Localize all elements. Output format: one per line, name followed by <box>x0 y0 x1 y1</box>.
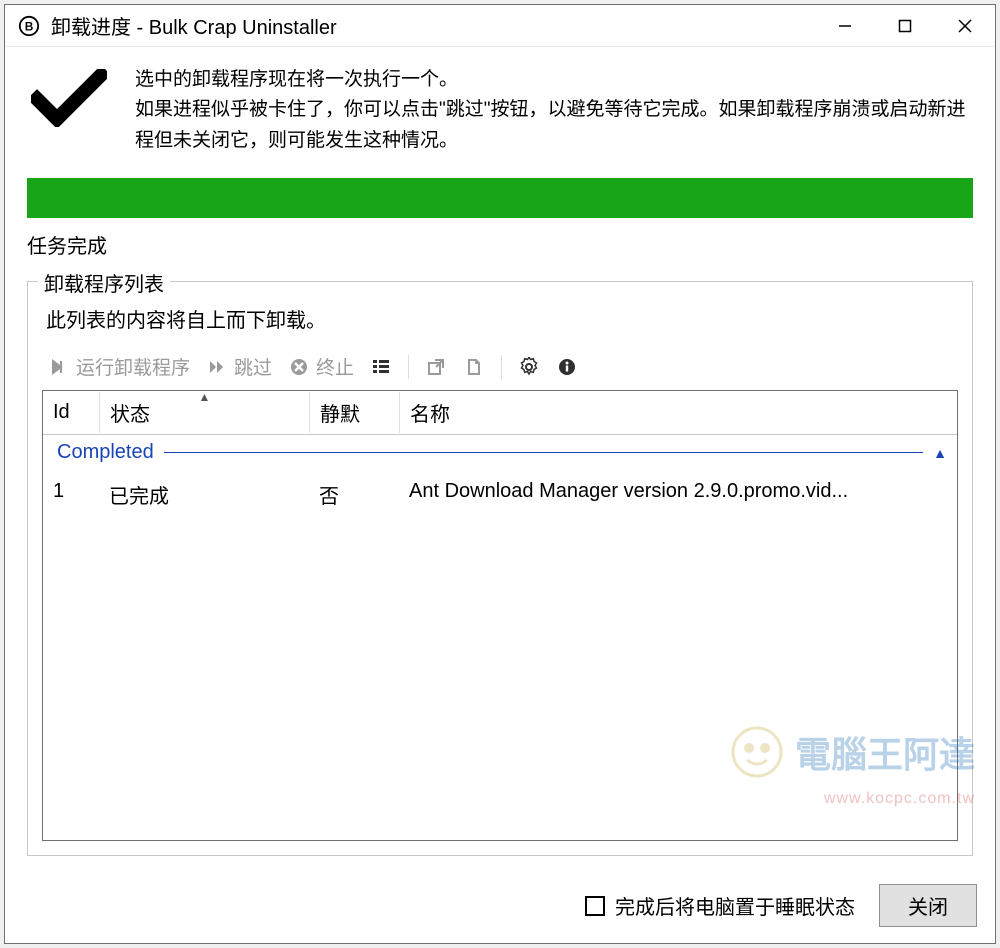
close-dialog-button[interactable]: 关闭 <box>879 884 977 927</box>
maximize-button[interactable] <box>875 5 935 47</box>
info-button[interactable] <box>552 354 582 380</box>
footer: 完成后将电脑置于睡眠状态 关闭 <box>5 868 995 943</box>
run-icon <box>48 356 70 378</box>
sleep-checkbox[interactable]: 完成后将电脑置于睡眠状态 <box>585 891 855 920</box>
checkbox-box <box>585 896 605 916</box>
titlebar: B 卸载进度 - Bulk Crap Uninstaller <box>5 5 995 47</box>
gear-icon <box>518 356 540 378</box>
list-caption: 此列表的内容将自上而下卸载。 <box>46 304 958 333</box>
list-view-button[interactable] <box>366 354 396 380</box>
toolbar-separator-2 <box>501 355 502 379</box>
info-icon <box>556 356 578 378</box>
window: B 卸载进度 - Bulk Crap Uninstaller 选中的卸载程序现在… <box>4 4 996 944</box>
chevron-up-icon: ▲ <box>933 445 947 461</box>
sleep-label: 完成后将电脑置于睡眠状态 <box>615 891 855 920</box>
svg-text:B: B <box>25 19 34 33</box>
col-name[interactable]: 名称 <box>399 392 957 433</box>
cell-status: 已完成 <box>99 476 309 513</box>
file-button[interactable] <box>459 354 489 380</box>
col-id[interactable]: Id <box>43 395 99 430</box>
app-icon: B <box>17 14 41 38</box>
sort-ascending-icon: ▲ <box>199 390 211 404</box>
list-icon <box>370 356 392 378</box>
group-label: Completed <box>57 441 154 464</box>
skip-button[interactable]: 跳过 <box>202 351 276 382</box>
toolbar: 运行卸载程序 跳过 终止 <box>42 347 958 390</box>
open-external-button[interactable] <box>421 354 451 380</box>
run-uninstaller-button[interactable]: 运行卸载程序 <box>44 351 194 382</box>
group-line <box>164 452 923 453</box>
window-title: 卸载进度 - Bulk Crap Uninstaller <box>51 11 815 40</box>
file-icon <box>463 356 485 378</box>
toolbar-separator <box>408 355 409 379</box>
info-panel: 选中的卸载程序现在将一次执行一个。 如果进程似乎被卡住了，你可以点击"跳过"按钮… <box>27 65 973 156</box>
stop-button[interactable]: 终止 <box>284 351 358 382</box>
close-button[interactable] <box>935 5 995 47</box>
group-row-completed[interactable]: Completed ▲ <box>43 435 957 470</box>
info-line-1: 选中的卸载程序现在将一次执行一个。 <box>135 65 973 95</box>
stop-label: 终止 <box>316 353 354 380</box>
table-header: Id ▲ 状态 静默 名称 <box>43 391 957 435</box>
open-external-icon <box>425 356 447 378</box>
progress-bar <box>27 178 973 218</box>
skip-label: 跳过 <box>234 353 272 380</box>
info-line-2: 如果进程似乎被卡住了，你可以点击"跳过"按钮，以避免等待它完成。如果卸载程序崩溃… <box>135 95 973 156</box>
col-silent[interactable]: 静默 <box>309 392 399 433</box>
info-text: 选中的卸载程序现在将一次执行一个。 如果进程似乎被卡住了，你可以点击"跳过"按钮… <box>135 65 973 156</box>
stop-icon <box>288 356 310 378</box>
table-row[interactable]: 1 已完成 否 Ant Download Manager version 2.9… <box>43 470 957 519</box>
uninstaller-list-group: 卸载程序列表 此列表的内容将自上而下卸载。 运行卸载程序 跳过 <box>27 281 973 856</box>
col-status-label: 状态 <box>110 404 150 426</box>
checkmark-icon <box>27 65 111 156</box>
minimize-button[interactable] <box>815 5 875 47</box>
col-status[interactable]: ▲ 状态 <box>99 392 309 433</box>
settings-button[interactable] <box>514 354 544 380</box>
cell-silent: 否 <box>309 476 399 513</box>
skip-icon <box>206 356 228 378</box>
table: Id ▲ 状态 静默 名称 Completed ▲ 1 已完成 否 <box>42 390 958 841</box>
run-label: 运行卸载程序 <box>76 353 190 380</box>
status-label: 任务完成 <box>27 230 973 259</box>
cell-id: 1 <box>43 476 99 513</box>
cell-name: Ant Download Manager version 2.9.0.promo… <box>399 476 957 513</box>
groupbox-legend: 卸载程序列表 <box>38 268 170 297</box>
content-area: 选中的卸载程序现在将一次执行一个。 如果进程似乎被卡住了，你可以点击"跳过"按钮… <box>5 47 995 868</box>
